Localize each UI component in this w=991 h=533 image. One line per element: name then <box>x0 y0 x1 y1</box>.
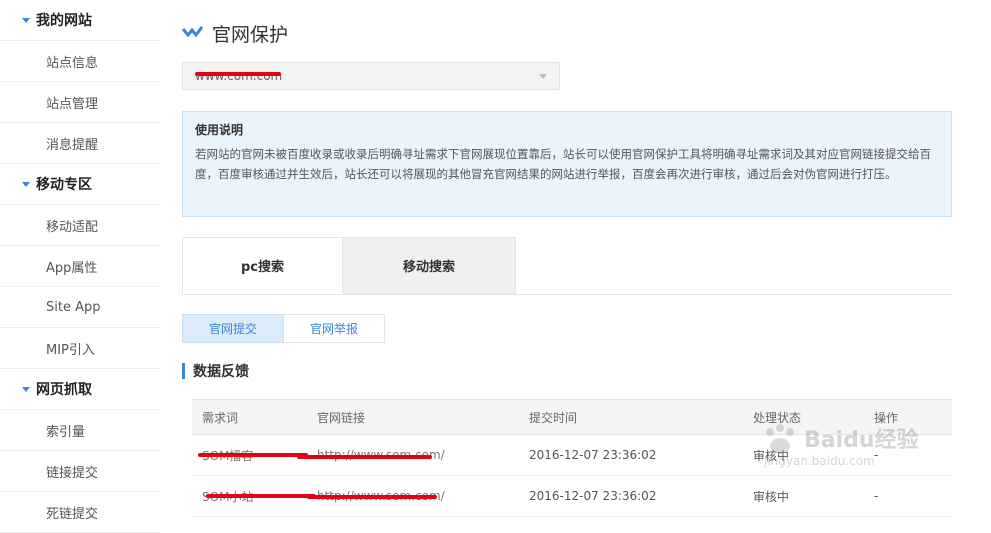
sidebar-item-site-app[interactable]: Site App <box>0 287 160 328</box>
sidebar-item-site-manage[interactable]: 站点管理 <box>0 82 160 123</box>
column-header-action: 操作 <box>874 399 952 435</box>
feedback-title: 数据反馈 <box>193 364 249 380</box>
sidebar-section-title: 移动专区 <box>36 177 92 193</box>
redaction-mark <box>307 495 437 499</box>
page-title: 官网保护 <box>212 23 289 46</box>
notice-body: 若网站的官网未被百度收录或收录后明确寻址需求下官网展现位置靠后，站长可以使用官网… <box>195 147 931 181</box>
cell-status: 审核中 <box>753 434 874 476</box>
feedback-section-header: 数据反馈 <box>182 362 249 380</box>
cell-keyword: SOM小站 <box>192 475 317 517</box>
sidebar-section-crawl[interactable]: 网页抓取 <box>0 369 160 410</box>
tab-pc-search[interactable]: pc搜索 <box>182 237 343 294</box>
cell-action: - <box>874 475 952 517</box>
sidebar-item-mobile-adapt[interactable]: 移动适配 <box>0 205 160 246</box>
site-select[interactable]: www.com.com <box>182 62 560 90</box>
caret-down-icon <box>22 386 30 392</box>
sidebar-item-app-attr[interactable]: App属性 <box>0 246 160 287</box>
main-content: 官网保护 www.com.com 使用说明 若网站的官网未被百度收录或收录后明确… <box>182 0 952 523</box>
column-header-time: 提交时间 <box>529 399 753 435</box>
redaction-mark <box>198 453 308 457</box>
sidebar-section-title: 网页抓取 <box>36 382 92 398</box>
redaction-mark <box>195 72 281 76</box>
cell-status: 审核中 <box>753 475 874 517</box>
table-row: SOM小站 http://www.som.com/ 2016-12-07 23:… <box>192 475 952 517</box>
cell-time: 2016-12-07 23:36:02 <box>529 434 753 476</box>
chevron-down-icon <box>539 74 547 79</box>
sidebar-item-mip[interactable]: MIP引入 <box>0 328 160 369</box>
table-row: SOM播客 http://www.som.com/ 2016-12-07 23:… <box>192 434 952 476</box>
tab-official-submit[interactable]: 官网提交 <box>182 314 284 343</box>
sidebar-item-index[interactable]: 索引量 <box>0 410 160 451</box>
redaction-mark <box>206 494 316 498</box>
sidebar-section-mobile[interactable]: 移动专区 <box>0 164 160 205</box>
sidebar-section-title: 我的网站 <box>36 13 92 29</box>
cell-url[interactable]: http://www.som.com/ <box>297 434 529 476</box>
cell-action: - <box>874 434 952 476</box>
cell-time: 2016-12-07 23:36:02 <box>529 475 753 517</box>
sidebar: 我的网站 站点信息 站点管理 消息提醒 移动专区 移动适配 App属性 Site… <box>0 0 160 533</box>
column-header-url: 官网链接 <box>317 399 529 435</box>
caret-down-icon <box>22 17 30 23</box>
notice-title: 使用说明 <box>195 123 244 137</box>
sidebar-item-messages[interactable]: 消息提醒 <box>0 123 160 164</box>
sidebar-section-my-site[interactable]: 我的网站 <box>0 0 160 41</box>
feedback-table: 需求词 官网链接 提交时间 处理状态 操作 SOM播客 http://www.s… <box>192 399 952 517</box>
double-chevron-icon <box>182 26 204 38</box>
search-type-tabs: pc搜索 移动搜索 <box>182 237 952 295</box>
column-header-status: 处理状态 <box>753 399 874 435</box>
sidebar-item-deadlink-submit[interactable]: 死链提交 <box>0 492 160 533</box>
cell-url[interactable]: http://www.som.com/ <box>307 475 529 517</box>
usage-notice: 使用说明 若网站的官网未被百度收录或收录后明确寻址需求下官网展现位置靠后，站长可… <box>182 111 952 217</box>
caret-down-icon <box>22 181 30 187</box>
sidebar-item-link-submit[interactable]: 链接提交 <box>0 451 160 492</box>
redaction-mark <box>297 455 432 459</box>
page-header: 官网保护 <box>182 18 288 48</box>
sidebar-item-site-info[interactable]: 站点信息 <box>0 41 160 82</box>
tab-official-report[interactable]: 官网举报 <box>284 314 385 343</box>
section-marker <box>182 363 185 379</box>
column-header-keyword: 需求词 <box>192 399 317 435</box>
tab-mobile-search[interactable]: 移动搜索 <box>343 237 516 294</box>
table-header-row: 需求词 官网链接 提交时间 处理状态 操作 <box>192 399 952 435</box>
action-tabs: 官网提交 官网举报 <box>182 314 385 343</box>
